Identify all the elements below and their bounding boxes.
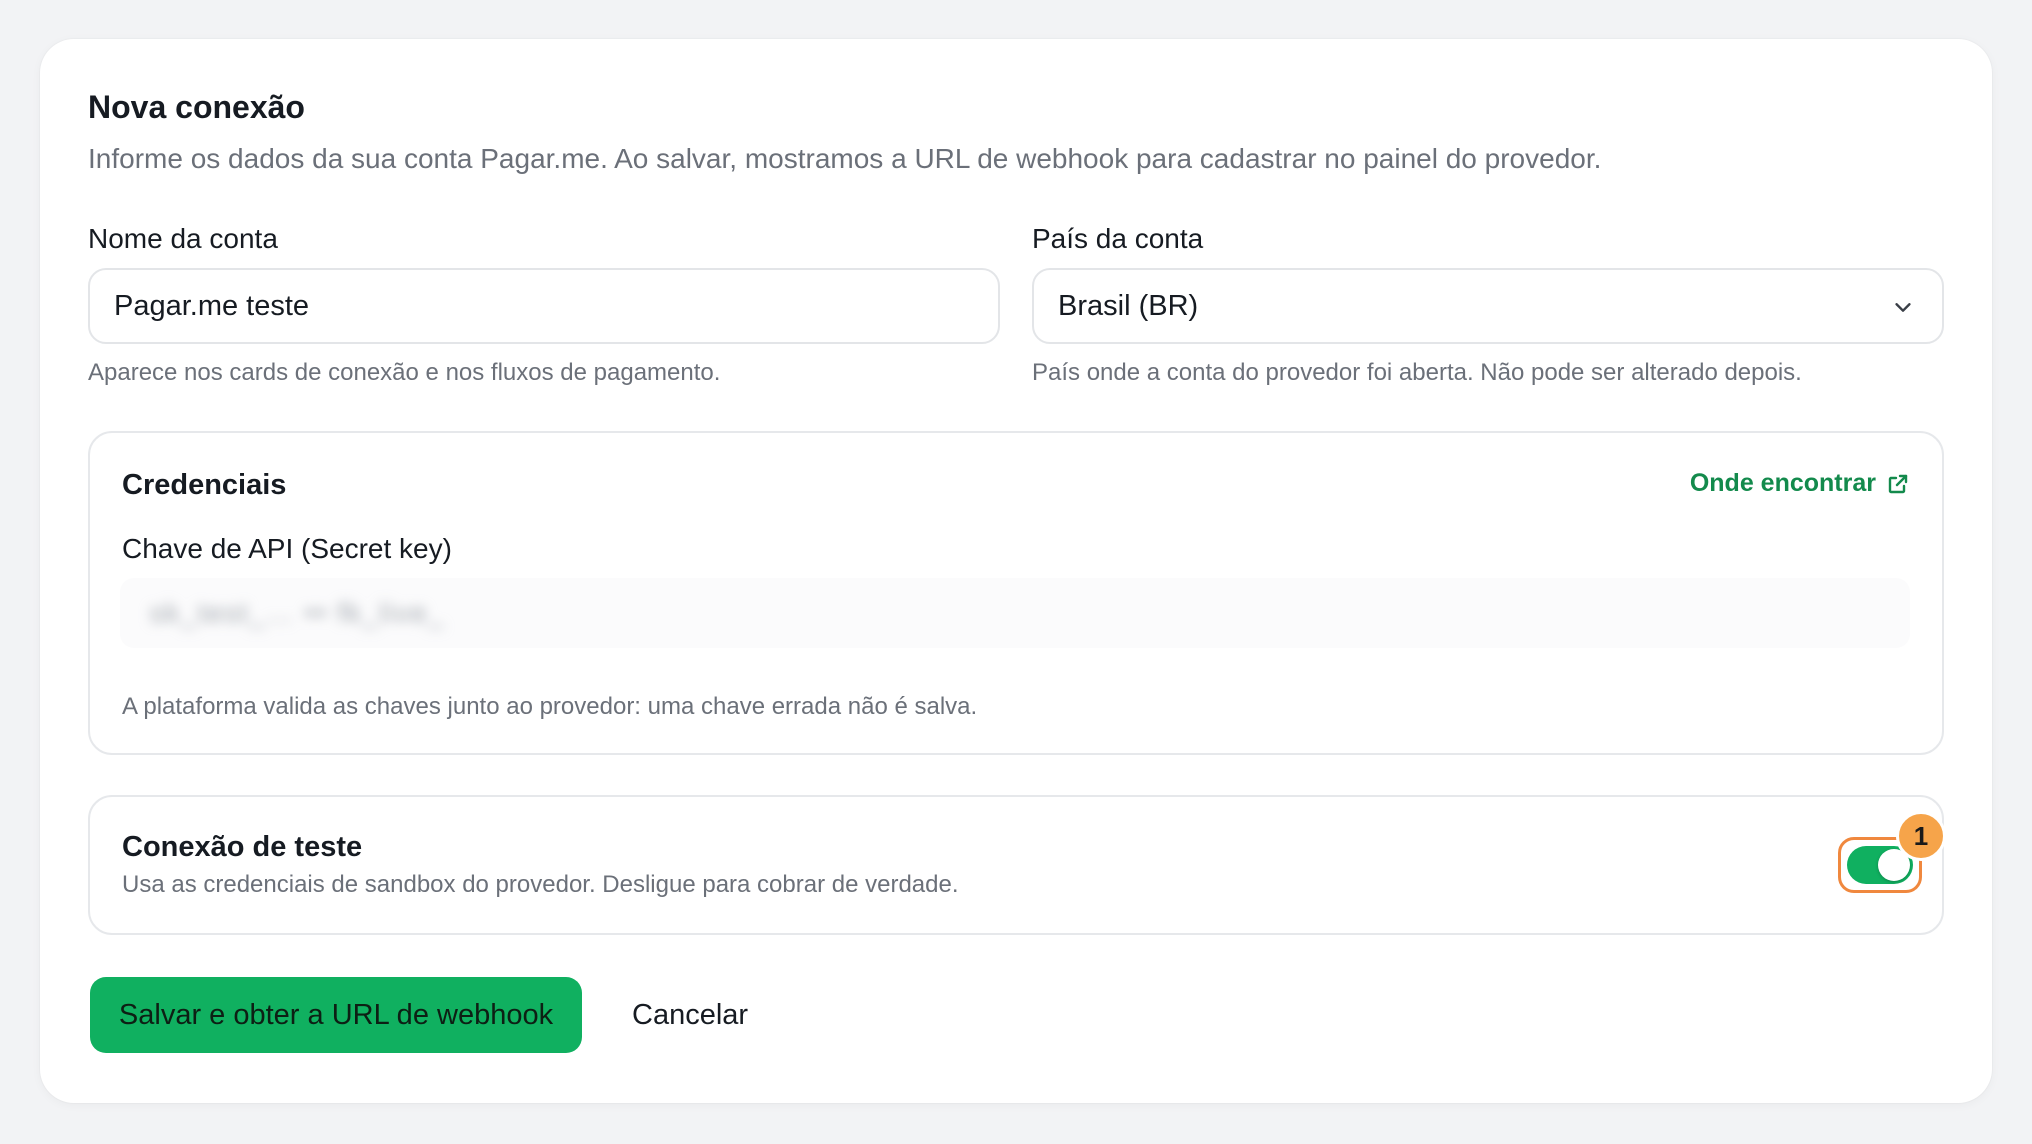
page-title: Nova conexão — [88, 89, 305, 125]
account-country-select[interactable]: Brasil (BR) — [1032, 268, 1944, 344]
api-key-label: Chave de API (Secret key) — [122, 533, 452, 564]
new-connection-card: Nova conexão Informe os dados da sua con… — [40, 39, 1992, 1103]
credentials-hint: A plataforma valida as chaves junto ao p… — [122, 693, 978, 720]
test-connection-description: Usa as credenciais de sandbox do provedo… — [122, 871, 959, 898]
api-key-input[interactable]: sk_test_… •• fk_live_ — [120, 578, 1910, 648]
test-connection-panel: Conexão de teste Usa as credenciais de s… — [88, 795, 1946, 935]
account-name-label: Nome da conta — [88, 223, 278, 254]
api-key-masked-value: sk_test_… •• fk_live_ — [150, 597, 446, 628]
account-name-hint: Aparece nos cards de conexão e nos fluxo… — [88, 359, 721, 386]
page-subtitle: Informe os dados da sua conta Pagar.me. … — [88, 143, 1602, 174]
account-name-input[interactable]: Pagar.me teste — [88, 268, 1000, 344]
test-connection-title: Conexão de teste — [122, 831, 363, 863]
cancel-button[interactable]: Cancelar — [632, 977, 748, 1053]
account-country-hint: País onde a conta do provedor foi aberta… — [1032, 359, 1802, 386]
credentials-title: Credenciais — [122, 469, 287, 501]
save-and-get-webhook-button[interactable]: Salvar e obter a URL de webhook — [90, 977, 582, 1053]
account-country-value: Brasil (BR) — [1058, 289, 1199, 322]
account-country-label: País da conta — [1032, 223, 1204, 254]
account-name-value: Pagar.me teste — [114, 289, 310, 322]
external-link-icon — [1888, 474, 1908, 493]
chevron-down-icon — [1895, 303, 1911, 312]
where-to-find-label: Onde encontrar — [1689, 469, 1876, 497]
where-to-find-link[interactable]: Onde encontrar — [1690, 469, 1910, 498]
credentials-panel: Credenciais Onde encontrar Chave de API … — [88, 431, 1944, 755]
step-badge: 1 — [1896, 811, 1946, 861]
